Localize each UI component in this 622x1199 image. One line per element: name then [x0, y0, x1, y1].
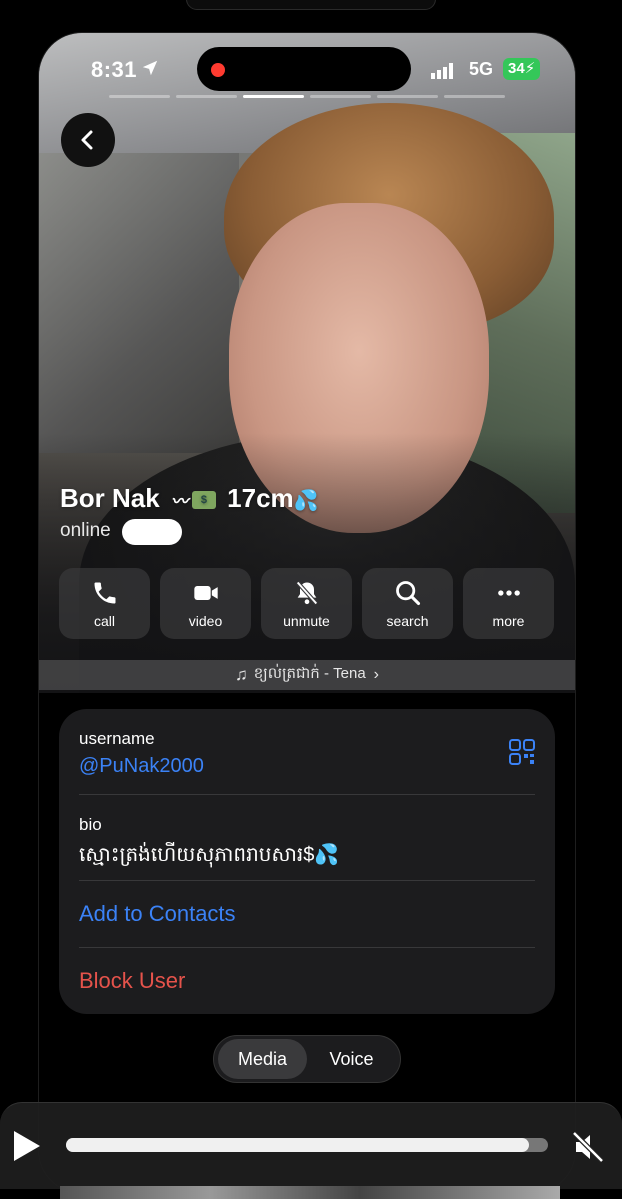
status-time: 8:31 — [91, 57, 138, 82]
tab-media[interactable]: Media — [218, 1039, 307, 1079]
chevron-left-icon — [81, 130, 93, 150]
music-title: ខ្យល់ត្រជាក់ - Tena — [253, 665, 366, 682]
phone-icon — [94, 582, 115, 603]
bio-row: bio ស្មោះត្រង់ហើយសុភាពរាបសារ$💦 — [79, 815, 535, 871]
unmute-button[interactable]: unmute — [261, 568, 352, 639]
signature-emoji-icon: 〰 — [170, 492, 188, 511]
tab-voice[interactable]: Voice — [307, 1039, 396, 1079]
username-row[interactable]: username @PuNak2000 — [79, 729, 535, 778]
status-bar: 8:31 5G 34⚡ — [39, 33, 575, 103]
back-button[interactable] — [61, 113, 115, 167]
phone-screen: 8:31 5G 34⚡ Bor Nak 〰 $ 17cm💦 online call — [38, 32, 576, 1194]
profile-music-bar[interactable]: ♫ ខ្យល់ត្រជាក់ - Tena › — [39, 660, 575, 690]
chevron-right-icon: › — [373, 666, 379, 683]
search-icon — [395, 580, 420, 605]
bell-slash-icon — [295, 580, 318, 605]
battery-badge: 34⚡ — [503, 58, 541, 80]
signal-bars-icon — [431, 63, 453, 79]
block-user-button[interactable]: Block User — [79, 968, 535, 994]
play-icon[interactable] — [12, 1129, 42, 1163]
speaker-muted-icon[interactable] — [570, 1129, 606, 1165]
bio-value: ស្មោះត្រង់ហើយសុភាពរាបសារ$💦 — [79, 844, 340, 866]
video-camera-icon — [193, 585, 218, 600]
playback-scrubber[interactable] — [66, 1138, 548, 1152]
story-segments — [109, 95, 505, 98]
add-to-contacts-row[interactable]: Add to Contacts — [79, 901, 535, 927]
media-thumbnails-strip — [60, 1186, 560, 1199]
username-label: username — [79, 729, 155, 748]
profile-name: Bor Nak 〰 $ 17cm💦 — [60, 483, 319, 513]
block-user-row[interactable]: Block User — [79, 968, 535, 994]
presence-status: online — [60, 520, 111, 541]
qr-code-icon[interactable] — [509, 739, 535, 765]
more-button[interactable]: more — [463, 568, 554, 639]
info-card: username @PuNak2000 bio ស្មោះត្រង់ហើយសុភ… — [59, 709, 555, 1014]
playback-progress — [66, 1138, 529, 1152]
add-to-contacts-button[interactable]: Add to Contacts — [79, 901, 535, 927]
music-note-icon: ♫ — [235, 665, 248, 684]
network-type: 5G — [469, 59, 494, 79]
action-row: call video unmute search more — [59, 568, 555, 639]
video-player-controls — [0, 1102, 622, 1189]
location-arrow-icon — [142, 60, 158, 76]
video-button[interactable]: video — [160, 568, 251, 639]
ellipsis-icon — [497, 589, 520, 596]
redacted-pill — [122, 519, 182, 545]
droplets-emoji-icon: 💦 — [314, 844, 340, 866]
dynamic-island — [197, 47, 411, 91]
recording-dot-icon — [211, 63, 225, 77]
search-button[interactable]: search — [362, 568, 453, 639]
call-button[interactable]: call — [59, 568, 150, 639]
money-emoji-icon: $ — [191, 491, 216, 510]
video-frame-notch — [186, 0, 436, 10]
bio-label: bio — [79, 815, 102, 834]
username-value[interactable]: @PuNak2000 — [79, 755, 535, 778]
media-tabs: Media Voice — [213, 1035, 401, 1083]
droplets-emoji-icon: 💦 — [293, 490, 319, 512]
